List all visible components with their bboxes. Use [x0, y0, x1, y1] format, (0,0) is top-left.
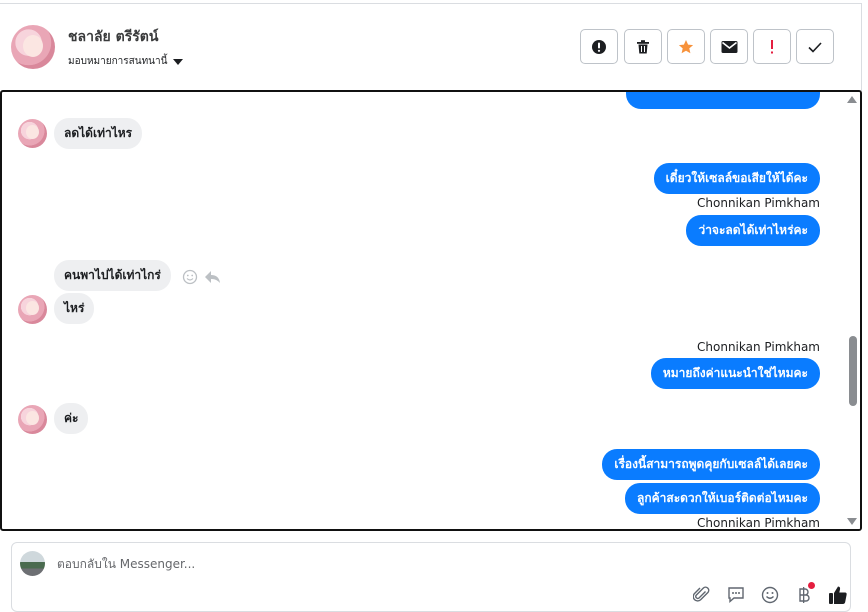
- scroll-up-arrow-icon[interactable]: [847, 96, 857, 103]
- contact-avatar-small: [18, 405, 47, 434]
- exclamation-icon: [771, 39, 773, 53]
- mark-unread-button[interactable]: [710, 29, 748, 64]
- saved-replies-icon[interactable]: [726, 585, 746, 605]
- contact-avatar-small: [18, 295, 47, 324]
- incoming-message[interactable]: ลดได้เท่าไหร: [54, 118, 143, 149]
- react-emoji-icon[interactable]: [182, 269, 198, 285]
- conversation-header: ชลาลัย ตรีรัตน์ มอบหมายการสนทนานี้: [0, 4, 862, 90]
- reply-composer: [11, 542, 851, 612]
- checkmark-icon: [808, 41, 822, 53]
- notification-dot: [808, 582, 815, 589]
- incoming-message[interactable]: ค่ะ: [54, 403, 89, 434]
- thumbs-up-icon[interactable]: [828, 585, 848, 605]
- spam-button[interactable]: [580, 29, 618, 64]
- scroll-down-arrow-icon[interactable]: [847, 518, 857, 525]
- messenger-inbox: ชลาลัย ตรีรัตน์ มอบหมายการสนทนานี้ ลดได้…: [0, 0, 868, 612]
- assign-conversation-dropdown[interactable]: มอบหมายการสนทนานี้: [68, 54, 184, 69]
- alert-circle-icon: [592, 39, 606, 54]
- reply-input[interactable]: [57, 557, 657, 571]
- scrollbar[interactable]: [844, 92, 860, 529]
- mark-done-button[interactable]: [796, 29, 834, 64]
- delete-button[interactable]: [624, 29, 662, 64]
- sender-label: Chonnikan Pimkham: [697, 196, 820, 210]
- outgoing-message[interactable]: เดี๋ยวให้เซลล์ขอเสียให้ได้คะ: [653, 163, 820, 194]
- contact-name[interactable]: ชลาลัย ตรีรัตน์: [68, 26, 158, 48]
- emoji-icon[interactable]: [760, 585, 780, 605]
- incoming-message[interactable]: ไหร่: [54, 293, 95, 324]
- caret-down-icon: [173, 58, 184, 65]
- scrollbar-thumb[interactable]: [849, 336, 857, 406]
- contact-avatar-small: [18, 119, 47, 148]
- envelope-icon: [721, 40, 737, 53]
- reply-arrow-icon[interactable]: [204, 269, 221, 285]
- partial-outgoing-bubble: [626, 92, 820, 109]
- message-actions: [182, 269, 221, 285]
- baht-payment-icon[interactable]: [794, 582, 815, 605]
- outgoing-message[interactable]: เรื่องนี้สามารถพูดคุยกับเซลล์ได้เลยคะ: [602, 449, 820, 480]
- trash-icon: [637, 39, 649, 53]
- star-icon: [678, 39, 694, 53]
- paperclip-icon[interactable]: [692, 585, 712, 605]
- incoming-message[interactable]: คนพาไปได้เท่าไกร่: [54, 260, 171, 291]
- message-thread[interactable]: ลดได้เท่าไหร เดี๋ยวให้เซลล์ขอเสียให้ได้ค…: [0, 90, 862, 531]
- composer-toolbar: [692, 582, 848, 605]
- star-button[interactable]: [667, 29, 705, 64]
- sender-label: Chonnikan Pimkham: [697, 516, 820, 530]
- sender-label: Chonnikan Pimkham: [697, 340, 820, 354]
- page-avatar: [20, 551, 45, 576]
- contact-avatar[interactable]: [11, 25, 55, 69]
- assign-label: มอบหมายการสนทนานี้: [68, 56, 168, 67]
- follow-up-button[interactable]: [753, 29, 791, 64]
- outgoing-message[interactable]: หมายถึงค่าแนะนำใช่ไหมคะ: [650, 358, 820, 389]
- outgoing-message[interactable]: ลูกค้าสะดวกให้เบอร์ติดต่อไหมคะ: [624, 483, 820, 514]
- outgoing-message[interactable]: ว่าจะลดได้เท่าไหร่คะ: [686, 215, 820, 246]
